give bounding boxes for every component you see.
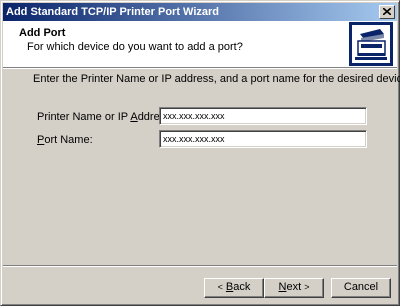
close-icon (383, 8, 391, 15)
printer-network-icon (349, 22, 393, 66)
back-button[interactable]: < Back (204, 278, 264, 298)
printer-name-input[interactable] (159, 107, 367, 125)
wizard-window: Add Standard TCP/IP Printer Port Wizard … (0, 0, 400, 306)
title-bar[interactable]: Add Standard TCP/IP Printer Port Wizard (3, 3, 397, 21)
page-subtitle: For which device do you want to add a po… (27, 41, 243, 53)
instructions-text: Enter the Printer Name or IP address, an… (33, 73, 400, 85)
cancel-button[interactable]: Cancel (331, 278, 391, 298)
port-name-label: Port Name: (37, 134, 93, 146)
port-name-input[interactable] (159, 130, 367, 148)
footer-separator-highlight (3, 266, 397, 267)
close-button[interactable] (379, 5, 395, 19)
next-button[interactable]: Next > (264, 278, 324, 298)
wizard-header: Add Port For which device do you want to… (3, 21, 397, 68)
header-separator (3, 68, 397, 69)
page-title: Add Port (19, 27, 66, 39)
window-title: Add Standard TCP/IP Printer Port Wizard (6, 6, 220, 18)
printer-name-label: Printer Name or IP Address: (37, 111, 174, 123)
